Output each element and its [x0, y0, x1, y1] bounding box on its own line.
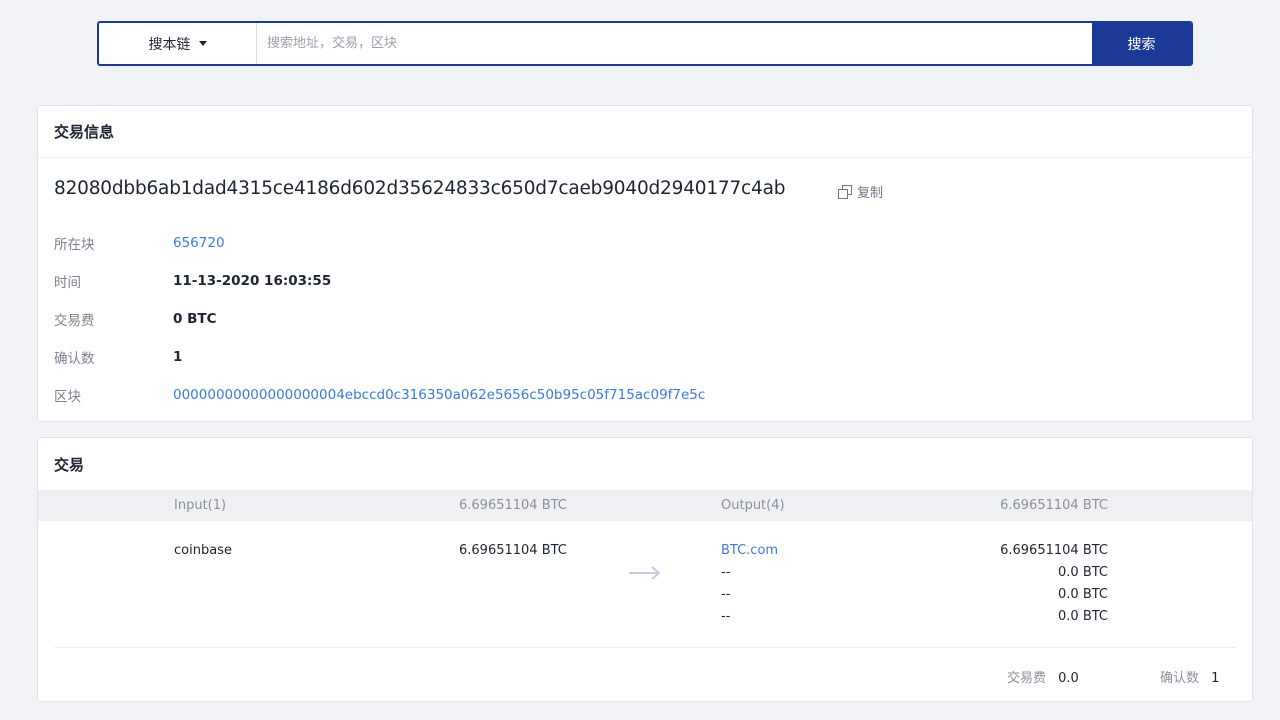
- output-count-label: Output(4): [721, 498, 785, 513]
- input-count-label: Input(1): [174, 498, 227, 513]
- output-address: --: [721, 565, 731, 580]
- transaction-card: 交易 Input(1) 6.69651104 BTC Output(4) 6.6…: [37, 437, 1253, 702]
- search-button[interactable]: 搜索: [1092, 23, 1191, 64]
- output-address-link[interactable]: BTC.com: [721, 543, 778, 558]
- info-row-confirmations: 确认数 1: [54, 347, 182, 367]
- transaction-title: 交易: [54, 455, 85, 474]
- footer-fee-value: 0.0: [1058, 671, 1079, 686]
- input-amount: 6.69651104 BTC: [459, 543, 567, 558]
- footer-confirmations-value: 1: [1211, 671, 1220, 686]
- output-amount: 0.0 BTC: [1058, 609, 1108, 624]
- info-row-fee: 交易费 0 BTC: [54, 309, 217, 329]
- footer-fee: 交易费 0.0: [1007, 667, 1079, 686]
- transaction-info-title: 交易信息: [38, 106, 1252, 158]
- info-row-time: 时间 11-13-2020 16:03:55: [54, 271, 331, 291]
- caret-down-icon: [198, 41, 207, 46]
- chain-select-label: 搜本链: [148, 36, 191, 53]
- search-bar: 搜本链 搜索: [97, 21, 1193, 66]
- block-hash-link[interactable]: 00000000000000000004ebccd0c316350a062e56…: [173, 387, 705, 403]
- input-address: coinbase: [174, 543, 232, 558]
- info-row-block-hash: 区块 00000000000000000004ebccd0c316350a062…: [54, 385, 705, 405]
- fee-value: 0 BTC: [173, 311, 217, 327]
- output-total: 6.69651104 BTC: [1000, 498, 1108, 513]
- chain-select-dropdown[interactable]: 搜本链: [99, 23, 257, 64]
- info-row-block-height: 所在块 656720: [54, 233, 225, 253]
- tx-hash: 82080dbb6ab1dad4315ce4186d602d35624833c6…: [54, 178, 786, 199]
- output-amount: 0.0 BTC: [1058, 587, 1108, 602]
- tx-hash-row: 82080dbb6ab1dad4315ce4186d602d35624833c6…: [54, 178, 785, 199]
- output-address: --: [721, 587, 731, 602]
- footer-fee-label: 交易费: [1007, 671, 1047, 686]
- info-label: 确认数: [54, 351, 95, 367]
- output-address: --: [721, 609, 731, 624]
- block-height-link[interactable]: 656720: [173, 235, 225, 251]
- output-amount: 6.69651104 BTC: [1000, 543, 1108, 558]
- copy-icon: [838, 185, 852, 199]
- info-label: 时间: [54, 275, 81, 291]
- copy-label: 复制: [857, 186, 884, 201]
- output-amount: 0.0 BTC: [1058, 565, 1108, 580]
- arrow-right-icon: [629, 566, 661, 580]
- footer-confirmations-label: 确认数: [1160, 671, 1200, 686]
- info-label: 所在块: [54, 237, 95, 253]
- info-label: 区块: [54, 389, 81, 405]
- search-input[interactable]: [257, 23, 1092, 64]
- confirmations-value: 1: [173, 349, 183, 365]
- footer-confirmations: 确认数 1: [1160, 667, 1219, 686]
- copy-button[interactable]: 复制: [838, 182, 883, 201]
- info-label: 交易费: [54, 313, 95, 329]
- input-total: 6.69651104 BTC: [459, 498, 567, 513]
- divider: [54, 647, 1236, 648]
- tx-table-header: Input(1) 6.69651104 BTC Output(4) 6.6965…: [38, 490, 1252, 521]
- time-value: 11-13-2020 16:03:55: [173, 273, 332, 289]
- tx-table-body: coinbase 6.69651104 BTC BTC.com 6.696511…: [38, 521, 1252, 651]
- transaction-info-card: 交易信息 82080dbb6ab1dad4315ce4186d602d35624…: [37, 105, 1253, 422]
